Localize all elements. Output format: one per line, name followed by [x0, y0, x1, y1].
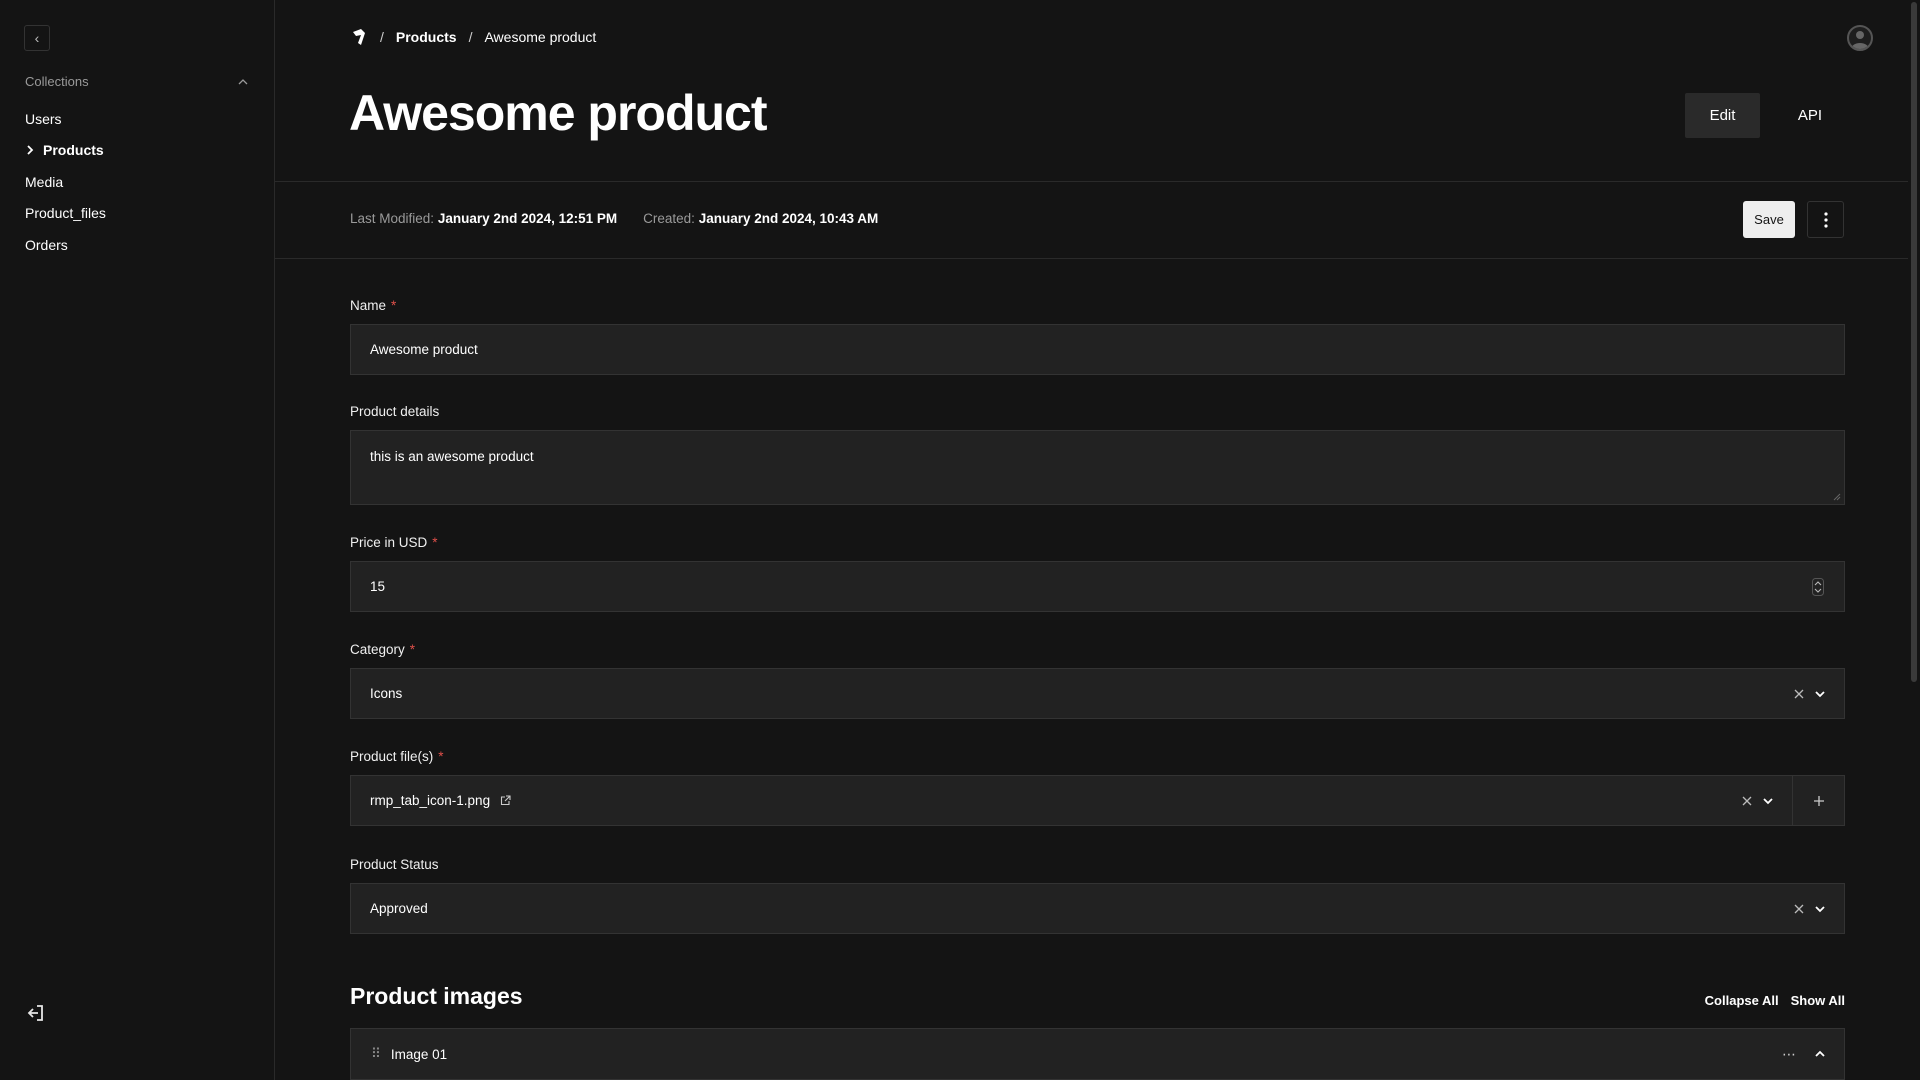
logout-icon [27, 1005, 43, 1021]
clear-icon[interactable] [1794, 689, 1804, 699]
breadcrumb-separator: / [380, 29, 384, 45]
sidebar-item-orders[interactable]: Orders [25, 229, 106, 261]
collections-header[interactable]: Collections [25, 74, 249, 89]
chevron-right-icon [27, 145, 34, 155]
sidebar-item-users[interactable]: Users [25, 103, 106, 135]
external-link-icon[interactable] [500, 795, 511, 806]
collections-label: Collections [25, 74, 89, 89]
chevron-down-icon[interactable] [1814, 904, 1826, 914]
breadcrumb-products-link[interactable]: Products [396, 29, 457, 45]
user-icon [1851, 31, 1869, 49]
sidebar-item-product-files[interactable]: Product_files [25, 198, 106, 230]
breadcrumb-separator: / [468, 29, 473, 45]
collapse-all-button[interactable]: Collapse All [1705, 993, 1779, 1008]
chevron-up-icon [238, 78, 248, 84]
chevron-down-icon[interactable] [1814, 689, 1826, 699]
edit-tab-button[interactable]: Edit [1685, 93, 1760, 138]
app-logo-icon[interactable] [350, 28, 368, 46]
more-vertical-icon [1823, 211, 1828, 228]
product-status-field: Product Status Approved [350, 857, 1845, 934]
clear-icon[interactable] [1742, 796, 1752, 806]
product-images-title: Product images [350, 983, 523, 1009]
product-details-textarea[interactable]: this is an awesome product [350, 430, 1845, 505]
product-file-chip[interactable]: rmp_tab_icon-1.png [370, 793, 490, 808]
page-title: Awesome product [349, 85, 767, 141]
logout-button[interactable] [26, 1003, 48, 1025]
chevron-down-icon[interactable] [1762, 796, 1774, 806]
name-field: Name * Awesome product [350, 298, 1845, 375]
more-options-button[interactable] [1807, 201, 1844, 238]
show-all-button[interactable]: Show All [1791, 993, 1845, 1008]
sidebar-collapse-button[interactable]: ‹ [24, 25, 50, 51]
breadcrumb-current: Awesome product [484, 29, 597, 45]
sidebar-item-products[interactable]: Products [25, 135, 106, 167]
sidebar: ‹ Collections Users Products Media Produ… [0, 0, 275, 1080]
product-images-actions: Collapse All Show All [1705, 993, 1845, 1008]
document-meta: Last Modified: January 2nd 2024, 12:51 P… [350, 211, 878, 226]
drag-handle-icon[interactable]: ⠿ [371, 1046, 381, 1062]
number-stepper-icon[interactable] [1812, 577, 1824, 596]
more-horizontal-icon[interactable]: ⋯ [1782, 1046, 1796, 1063]
api-tab-button[interactable]: API [1785, 93, 1835, 138]
product-files-select[interactable]: rmp_tab_icon-1.png [350, 775, 1845, 826]
product-files-field: Product file(s) * rmp_tab_icon-1.png [350, 749, 1845, 826]
page-header: / Products / Awesome product Awesome pro… [275, 0, 1920, 182]
name-label: Name * [350, 298, 397, 313]
category-label: Category * [350, 642, 416, 657]
resize-handle-icon[interactable] [1833, 493, 1841, 501]
sidebar-item-media[interactable]: Media [25, 166, 106, 198]
category-field: Category * Icons [350, 642, 1845, 719]
product-files-label: Product file(s) * [350, 749, 444, 764]
breadcrumb: / Products / Awesome product [350, 28, 596, 46]
image-row-label: Image 01 [390, 1046, 448, 1062]
product-details-label: Product details [350, 404, 440, 419]
chevron-left-icon: ‹ [34, 30, 40, 46]
created-date: Created: January 2nd 2024, 10:43 AM [643, 211, 879, 226]
scrollbar-thumb[interactable] [1911, 2, 1917, 682]
page-scrollbar[interactable] [1908, 0, 1920, 1080]
product-status-label: Product Status [350, 857, 439, 872]
collections-nav: Users Products Media Product_files Order… [25, 103, 106, 261]
document-meta-bar: Last Modified: January 2nd 2024, 12:51 P… [275, 183, 1920, 259]
clear-icon[interactable] [1794, 904, 1804, 914]
price-input[interactable]: 15 [350, 561, 1845, 612]
category-select[interactable]: Icons [350, 668, 1845, 719]
price-field: Price in USD * 15 [350, 535, 1845, 612]
name-input[interactable]: Awesome product [350, 324, 1845, 375]
image-row[interactable]: ⠿ Image 01 ⋯ [350, 1028, 1845, 1080]
save-button[interactable]: Save [1743, 201, 1795, 238]
product-details-field: Product details this is an awesome produ… [350, 404, 1845, 505]
plus-icon [1813, 795, 1824, 806]
chevron-up-icon[interactable] [1814, 1049, 1826, 1059]
avatar[interactable] [1847, 25, 1873, 51]
last-modified: Last Modified: January 2nd 2024, 12:51 P… [350, 211, 618, 226]
price-label: Price in USD * [350, 535, 438, 550]
add-file-button[interactable] [1792, 776, 1844, 825]
product-status-select[interactable]: Approved [350, 883, 1845, 934]
